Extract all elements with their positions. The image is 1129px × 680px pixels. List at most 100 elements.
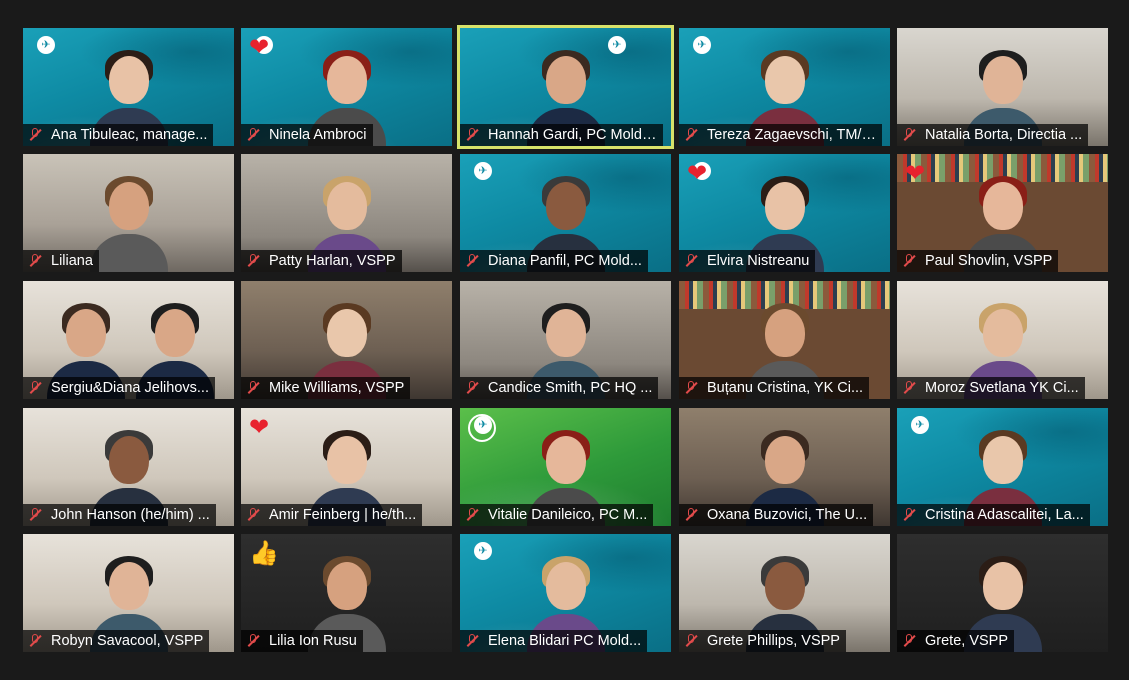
participant-tile[interactable]: Patty Harlan, VSPP — [241, 154, 452, 272]
participant-tile[interactable]: 👍 Lilia Ion Rusu — [241, 534, 452, 652]
participant-name-bar: Robyn Savacool, VSPP — [23, 630, 210, 652]
participant-name-bar: Elvira Nistreanu — [679, 250, 816, 272]
participant-name: Sergiu&Diana Jelihovs... — [51, 380, 209, 396]
heart-reaction-icon: ❤ — [249, 414, 270, 441]
muted-mic-icon — [27, 253, 43, 269]
participant-tile[interactable]: Natalia Borta, Directia ... — [897, 28, 1108, 146]
participant-tile[interactable]: Moroz Svetlana YK Ci... — [897, 281, 1108, 399]
participant-tile[interactable]: Mike Williams, VSPP — [241, 281, 452, 399]
participant-tile[interactable]: ✈ Cristina Adascalitei, La... — [897, 408, 1108, 526]
participant-name-bar: Oxana Buzovici, The U... — [679, 504, 874, 526]
participant-name-bar: Moroz Svetlana YK Ci... — [897, 377, 1085, 399]
participant-tile[interactable]: ✈ Tereza Zagaevschi, TM/M... — [679, 28, 890, 146]
muted-mic-icon — [245, 507, 261, 523]
participant-name-bar: Buțanu Cristina, YK Ci... — [679, 377, 870, 399]
participant-name: Elvira Nistreanu — [707, 253, 810, 269]
participant-tile[interactable]: ✈ Elena Blidari PC Mold... — [460, 534, 671, 652]
participant-tile[interactable]: John Hanson (he/him) ... — [23, 408, 234, 526]
muted-mic-icon — [683, 253, 699, 269]
participant-tile[interactable]: Sergiu&Diana Jelihovs... — [23, 281, 234, 399]
muted-mic-icon — [27, 380, 43, 396]
muted-mic-icon — [27, 507, 43, 523]
participant-tile[interactable]: ✈ Vitalie Danileico, PC M... — [460, 408, 671, 526]
peace-corps-logo: ✈ — [474, 162, 492, 180]
participant-tile[interactable]: ✈ Hannah Gardi, PC Moldova — [457, 25, 674, 149]
heart-reaction-icon: ❤ — [249, 34, 270, 61]
participant-tile[interactable]: Oxana Buzovici, The U... — [679, 408, 890, 526]
muted-mic-icon — [245, 633, 261, 649]
participant-name-bar: Cristina Adascalitei, La... — [897, 504, 1090, 526]
participant-name: Paul Shovlin, VSPP — [925, 253, 1053, 269]
participant-tile[interactable]: ❤ Amir Feinberg | he/th... — [241, 408, 452, 526]
peace-corps-logo: ✈ — [911, 416, 929, 434]
muted-mic-icon — [683, 507, 699, 523]
participant-tile[interactable]: ✈ ❤ Elvira Nistreanu — [679, 154, 890, 272]
participant-name-bar: Candice Smith, PC HQ ... — [460, 377, 659, 399]
thumbs-up-reaction-icon: 👍 — [249, 540, 279, 567]
muted-mic-icon — [27, 127, 43, 143]
participant-name-bar: Natalia Borta, Directia ... — [897, 124, 1089, 146]
participant-name: Liliana — [51, 253, 93, 269]
participant-name: Lilia Ion Rusu — [269, 633, 357, 649]
participant-name-bar: Mike Williams, VSPP — [241, 377, 411, 399]
muted-mic-icon — [464, 507, 480, 523]
participant-name: Diana Panfil, PC Mold... — [488, 253, 642, 269]
participant-tile[interactable]: Buțanu Cristina, YK Ci... — [679, 281, 890, 399]
participant-name: Vitalie Danileico, PC M... — [488, 507, 648, 523]
participant-name-bar: Hannah Gardi, PC Moldova — [460, 124, 663, 146]
muted-mic-icon — [245, 127, 261, 143]
participant-tile[interactable]: Grete, VSPP — [897, 534, 1108, 652]
participant-name: Elena Blidari PC Mold... — [488, 633, 642, 649]
participant-name: Natalia Borta, Directia ... — [925, 127, 1083, 143]
peace-corps-logo: ✈ — [693, 36, 711, 54]
dove-icon: ✈ — [608, 36, 626, 54]
participant-tile[interactable]: Grete Phillips, VSPP — [679, 534, 890, 652]
muted-mic-icon — [464, 253, 480, 269]
participant-name-bar: Patty Harlan, VSPP — [241, 250, 402, 272]
participant-name-bar: Vitalie Danileico, PC M... — [460, 504, 654, 526]
participant-tile[interactable]: Robyn Savacool, VSPP — [23, 534, 234, 652]
participant-tile[interactable]: Liliana — [23, 154, 234, 272]
muted-mic-icon — [683, 380, 699, 396]
participant-name: Hannah Gardi, PC Moldova — [488, 127, 657, 143]
participant-name: Candice Smith, PC HQ ... — [488, 380, 653, 396]
video-grid: ✈ Ana Tibuleac, manage... ✈ ❤ Ninela Ambroci… — [0, 0, 1129, 680]
muted-mic-icon — [683, 127, 699, 143]
participant-name-bar: Diana Panfil, PC Mold... — [460, 250, 648, 272]
participant-tile[interactable]: ✈ Diana Panfil, PC Mold... — [460, 154, 671, 272]
vrg-logo-icon — [468, 414, 496, 442]
muted-mic-icon — [901, 127, 917, 143]
participant-name-bar: Ninela Ambroci — [241, 124, 373, 146]
participant-name: Mike Williams, VSPP — [269, 380, 405, 396]
participant-name: Cristina Adascalitei, La... — [925, 507, 1084, 523]
muted-mic-icon — [464, 127, 480, 143]
dove-icon: ✈ — [911, 416, 929, 434]
participant-name: Oxana Buzovici, The U... — [707, 507, 868, 523]
muted-mic-icon — [245, 253, 261, 269]
dove-icon: ✈ — [37, 36, 55, 54]
participant-tile[interactable]: ✈ Ana Tibuleac, manage... — [23, 28, 234, 146]
participant-tile[interactable]: ✈ ❤ Ninela Ambroci — [241, 28, 452, 146]
dove-icon: ✈ — [693, 36, 711, 54]
participant-name: Grete Phillips, VSPP — [707, 633, 840, 649]
participant-video — [89, 176, 168, 272]
muted-mic-icon — [901, 380, 917, 396]
muted-mic-icon — [27, 633, 43, 649]
participant-name-bar: Grete Phillips, VSPP — [679, 630, 846, 652]
participant-name-bar: John Hanson (he/him) ... — [23, 504, 216, 526]
participant-name: Grete, VSPP — [925, 633, 1009, 649]
participant-name-bar: Sergiu&Diana Jelihovs... — [23, 377, 215, 399]
heart-reaction-icon: ❤ — [687, 160, 708, 187]
participant-name: Ninela Ambroci — [269, 127, 367, 143]
participant-tile[interactable]: Candice Smith, PC HQ ... — [460, 281, 671, 399]
participant-tile[interactable]: ❤ Paul Shovlin, VSPP — [897, 154, 1108, 272]
participant-name-bar: Paul Shovlin, VSPP — [897, 250, 1059, 272]
participant-name: John Hanson (he/him) ... — [51, 507, 210, 523]
participant-name-bar: Ana Tibuleac, manage... — [23, 124, 214, 146]
participant-name-bar: Amir Feinberg | he/th... — [241, 504, 423, 526]
peace-corps-logo: ✈ — [37, 36, 55, 54]
muted-mic-icon — [901, 253, 917, 269]
participant-name: Amir Feinberg | he/th... — [269, 507, 417, 523]
participant-name-bar: Grete, VSPP — [897, 630, 1015, 652]
muted-mic-icon — [683, 633, 699, 649]
